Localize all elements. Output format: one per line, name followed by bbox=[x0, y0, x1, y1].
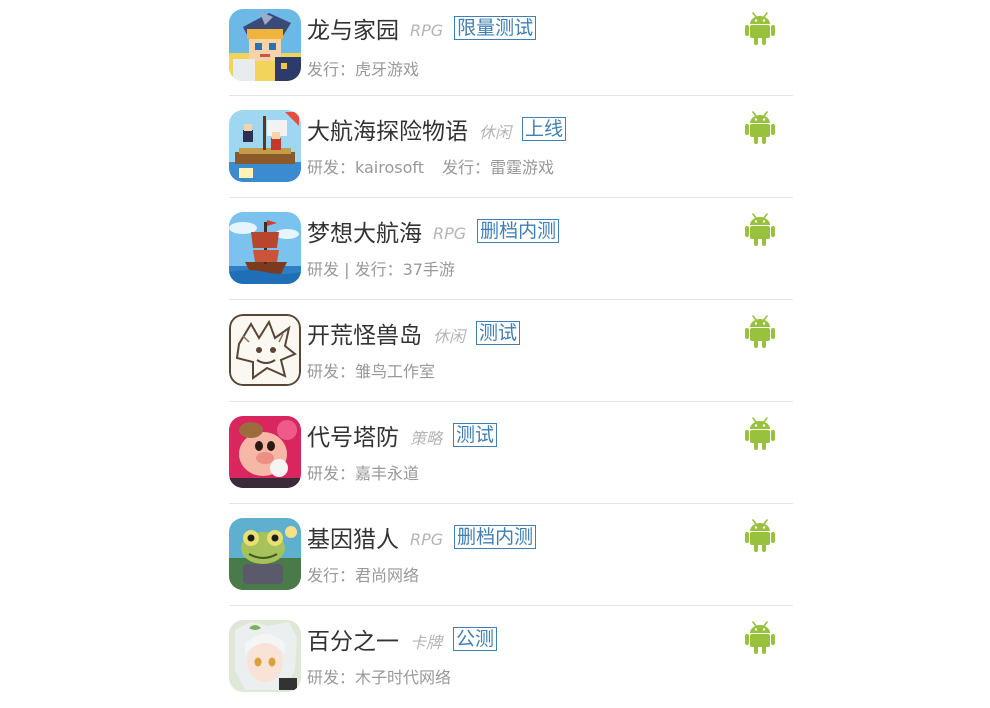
game-list: 龙与家园 RPG 限量测试 发行：虎牙游戏 大航海探险物语 休闲 上线 研发：k… bbox=[229, 0, 793, 708]
sailing-ship-icon[interactable] bbox=[229, 212, 301, 284]
frog-warrior-icon[interactable] bbox=[229, 518, 301, 590]
game-title-row: 大航海探险物语 休闲 上线 bbox=[307, 112, 567, 146]
status-badge: 删档内测 bbox=[454, 525, 537, 549]
game-list-item: 百分之一 卡牌 公测 研发：木子时代网络 bbox=[229, 606, 793, 708]
developer-credit: 研发：雏鸟工作室 bbox=[307, 362, 436, 381]
game-list-item: 龙与家园 RPG 限量测试 发行：虎牙游戏 bbox=[229, 0, 793, 96]
status-badge: 限量测试 bbox=[454, 16, 537, 40]
android-icon[interactable] bbox=[745, 314, 775, 348]
android-icon[interactable] bbox=[745, 518, 775, 552]
developer-publisher-credit: 研发 | 发行：37手游 bbox=[307, 260, 455, 279]
game-name-link[interactable]: 龙与家园 bbox=[307, 11, 399, 45]
developer-credit: 研发：kairosoft bbox=[307, 158, 425, 177]
credits-line: 发行：君尚网络 bbox=[307, 562, 419, 586]
android-icon[interactable] bbox=[745, 110, 775, 144]
game-title-row: 代号塔防 策略 测试 bbox=[307, 418, 498, 452]
genre-label: RPG bbox=[433, 223, 467, 243]
developer-credit: 研发：木子时代网络 bbox=[307, 668, 452, 687]
credits-line: 研发：嘉丰永道 bbox=[307, 460, 419, 484]
game-list-item: 代号塔防 策略 测试 研发：嘉丰永道 bbox=[229, 402, 793, 504]
status-badge: 删档内测 bbox=[477, 219, 560, 243]
credits-line: 发行：虎牙游戏 bbox=[307, 56, 419, 80]
game-list-item: 开荒怪兽岛 休闲 测试 研发：雏鸟工作室 bbox=[229, 300, 793, 402]
android-icon[interactable] bbox=[745, 212, 775, 246]
game-title-row: 基因猎人 RPG 删档内测 bbox=[307, 520, 537, 554]
credits-line: 研发：木子时代网络 bbox=[307, 664, 451, 688]
android-icon[interactable] bbox=[745, 11, 775, 45]
pig-character-icon[interactable] bbox=[229, 416, 301, 488]
game-title-row: 龙与家园 RPG 限量测试 bbox=[307, 11, 537, 45]
genre-label: RPG bbox=[410, 529, 444, 549]
monster-sketch-icon[interactable] bbox=[229, 314, 301, 386]
game-name-link[interactable]: 大航海探险物语 bbox=[307, 112, 468, 146]
anime-girl-icon[interactable] bbox=[229, 620, 301, 692]
game-title-row: 开荒怪兽岛 休闲 测试 bbox=[307, 316, 521, 350]
android-icon[interactable] bbox=[745, 416, 775, 450]
credits-line: 研发：雏鸟工作室 bbox=[307, 358, 435, 382]
genre-label: 卡牌 bbox=[410, 633, 443, 652]
android-icon[interactable] bbox=[745, 620, 775, 654]
dragon-homeland-icon[interactable] bbox=[229, 9, 301, 81]
game-name-link[interactable]: 代号塔防 bbox=[307, 418, 399, 452]
status-badge: 公测 bbox=[453, 627, 498, 651]
game-title-row: 百分之一 卡牌 公测 bbox=[307, 622, 498, 656]
game-name-link[interactable]: 开荒怪兽岛 bbox=[307, 316, 422, 350]
publisher-credit: 发行：雷霆游戏 bbox=[442, 158, 555, 177]
publisher-credit: 发行：虎牙游戏 bbox=[307, 60, 420, 79]
genre-label: 策略 bbox=[410, 429, 443, 448]
genre-label: 休闲 bbox=[479, 123, 512, 142]
credits-line: 研发 | 发行：37手游 bbox=[307, 256, 455, 280]
game-name-link[interactable]: 梦想大航海 bbox=[307, 214, 422, 248]
genre-label: 休闲 bbox=[433, 327, 466, 346]
game-name-link[interactable]: 基因猎人 bbox=[307, 520, 399, 554]
pirate-ship-pixel-icon[interactable] bbox=[229, 110, 301, 182]
credits-line: 研发：kairosoft 发行：雷霆游戏 bbox=[307, 154, 554, 178]
game-list-item: 基因猎人 RPG 删档内测 发行：君尚网络 bbox=[229, 504, 793, 606]
status-badge: 上线 bbox=[522, 117, 567, 141]
game-name-link[interactable]: 百分之一 bbox=[307, 622, 399, 656]
game-list-item: 梦想大航海 RPG 删档内测 研发 | 发行：37手游 bbox=[229, 198, 793, 300]
publisher-credit: 发行：君尚网络 bbox=[307, 566, 420, 585]
game-list-item: 大航海探险物语 休闲 上线 研发：kairosoft 发行：雷霆游戏 bbox=[229, 96, 793, 198]
game-title-row: 梦想大航海 RPG 删档内测 bbox=[307, 214, 560, 248]
developer-credit: 研发：嘉丰永道 bbox=[307, 464, 420, 483]
status-badge: 测试 bbox=[476, 321, 521, 345]
genre-label: RPG bbox=[410, 20, 444, 40]
status-badge: 测试 bbox=[453, 423, 498, 447]
